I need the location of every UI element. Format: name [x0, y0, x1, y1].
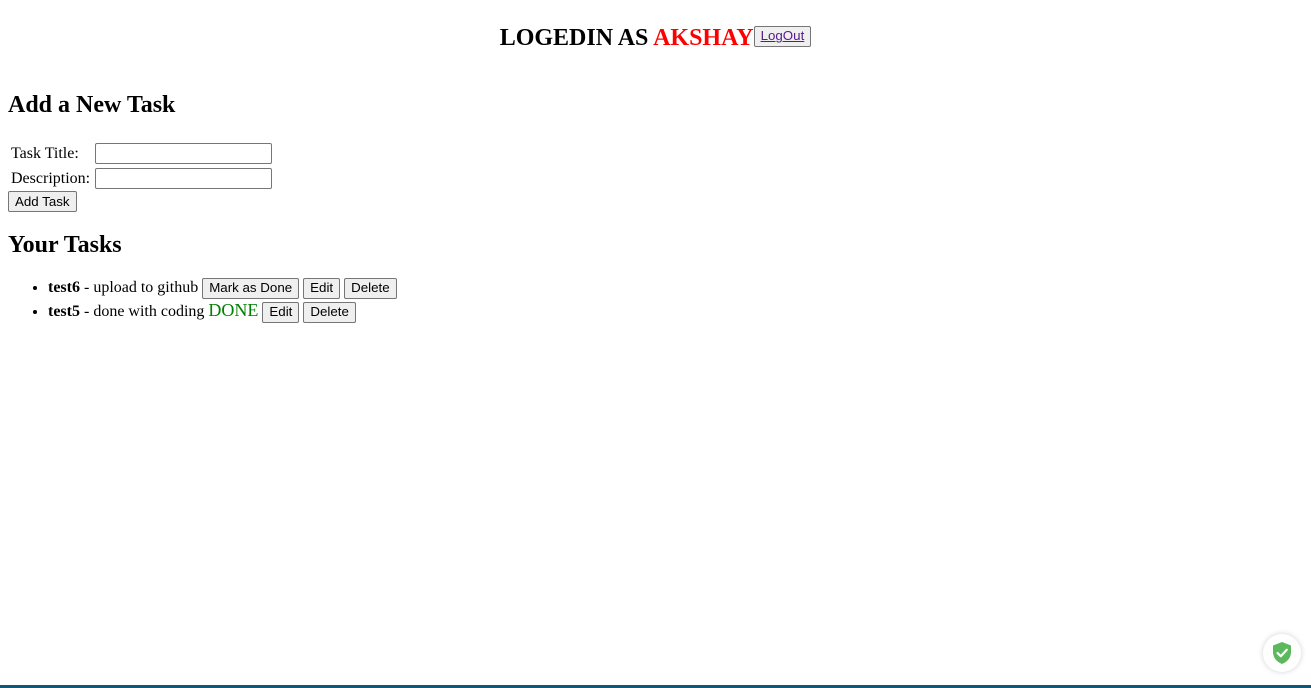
logout-button[interactable]: LogOut [753, 25, 812, 47]
delete-button[interactable]: Delete [344, 277, 397, 299]
delete-button[interactable]: Delete [303, 301, 356, 323]
task-item: test5 - done with coding DONE Edit Delet… [48, 299, 397, 323]
task-item: test6 - upload to github Mark as Done Ed… [48, 277, 397, 299]
description-label: Description: [11, 169, 91, 187]
mark-as-done-button[interactable]: Mark as Done [202, 277, 300, 299]
task-separator: - [79, 303, 94, 320]
task-title: test5 [48, 303, 80, 320]
logout-link[interactable]: LogOut [761, 28, 805, 43]
task-list: test6 - upload to github Mark as Done Ed… [8, 277, 397, 323]
edit-button[interactable]: Edit [262, 301, 300, 323]
task-title-cell [94, 142, 273, 165]
login-prefix: LOGEDIN AS [499, 25, 654, 51]
login-status-header: LOGEDIN AS AKSHAY LogOut [0, 24, 1311, 52]
task-description: done with coding [93, 303, 205, 320]
edit-button[interactable]: Edit [303, 277, 341, 299]
task-separator: - [79, 279, 94, 296]
shield-check-icon [1273, 642, 1291, 664]
task-title-input[interactable] [95, 143, 273, 164]
task-title: test6 [48, 279, 80, 296]
task-status-done: DONE [208, 300, 259, 320]
description-row: Description: [10, 167, 273, 190]
your-tasks-heading: Your Tasks [8, 232, 122, 258]
add-task-heading: Add a New Task [8, 92, 176, 118]
add-task-button[interactable]: Add Task [8, 191, 77, 212]
username: AKSHAY [653, 25, 754, 51]
security-badge[interactable] [1263, 634, 1301, 672]
task-description: upload to github [93, 279, 199, 296]
description-cell [94, 167, 273, 190]
task-title-label: Task Title: [11, 144, 79, 162]
task-title-row: Task Title: [10, 142, 273, 165]
description-input[interactable] [95, 168, 273, 189]
add-task-form: Task Title: Description: [8, 140, 275, 192]
